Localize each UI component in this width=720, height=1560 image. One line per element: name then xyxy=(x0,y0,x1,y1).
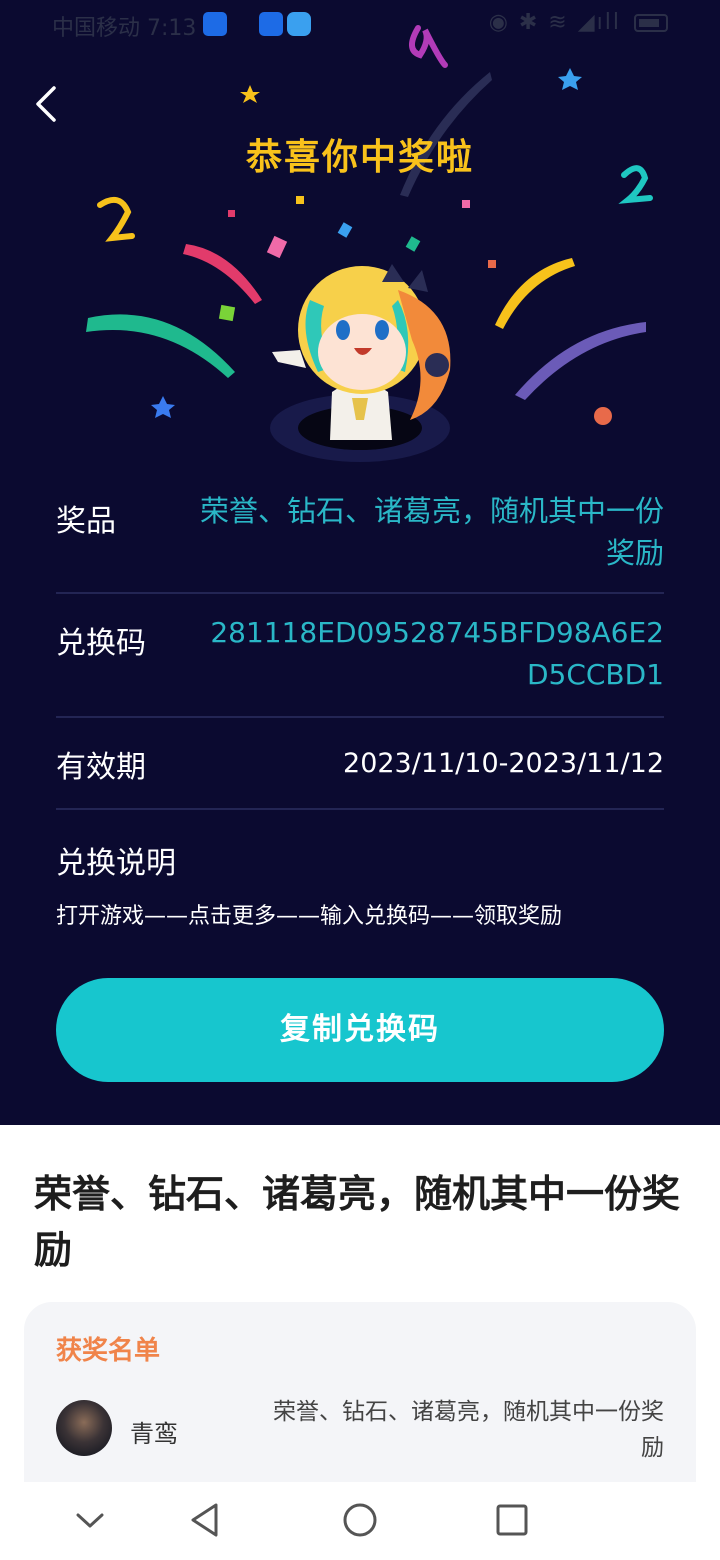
congrats-title: 恭喜你中奖啦 xyxy=(245,137,474,178)
winner-name: 青鸾 xyxy=(130,1420,178,1448)
prize-row: 奖品 荣誉、钻石、诸葛亮，随机其中一份奖励 xyxy=(56,480,664,594)
validity-value: 2023/11/10-2023/11/12 xyxy=(343,748,664,779)
winners-list-title: 获奖名单 xyxy=(56,1336,161,1366)
instructions-label: 兑换说明 xyxy=(56,846,176,881)
winner-row: 青鸾 荣誉、钻石、诸葛亮，随机其中一份奖励 xyxy=(56,1394,664,1474)
back-button[interactable] xyxy=(30,82,70,126)
reward-header-section: 中国移动 7:13 ◉ ✱ ≋ ◢ıll 恭喜你中奖啦 奖品 荣誉、钻石、诸葛亮… xyxy=(0,0,720,1125)
instructions-text: 打开游戏——点击更多——输入兑换码——领取奖励 xyxy=(56,904,563,929)
redeem-code-value[interactable]: 281118ED09528745BFD98A6E2D5CCBD1 xyxy=(204,612,664,696)
prize-title: 荣誉、钻石、诸葛亮，随机其中一份奖励 xyxy=(34,1172,681,1272)
system-nav-bar xyxy=(0,1482,720,1560)
nav-hide-icon xyxy=(76,1513,104,1528)
prize-label: 奖品 xyxy=(56,504,116,539)
redeem-code-label: 兑换码 xyxy=(56,626,146,661)
validity-label: 有效期 xyxy=(56,750,146,785)
back-icon xyxy=(36,86,56,122)
nav-back-icon xyxy=(191,1503,218,1537)
nav-home-icon xyxy=(343,1503,377,1537)
nav-recents-button[interactable] xyxy=(490,1498,534,1542)
redeem-instructions: 兑换说明 打开游戏——点击更多——输入兑换码——领取奖励 xyxy=(56,810,664,930)
nav-recents-icon xyxy=(496,1504,528,1536)
winner-prize: 荣誉、钻石、诸葛亮，随机其中一份奖励 xyxy=(273,1399,664,1461)
validity-row: 有效期 2023/11/10-2023/11/12 xyxy=(56,718,664,810)
celebration-illustration xyxy=(86,25,653,462)
prize-value: 荣誉、钻石、诸葛亮，随机其中一份奖励 xyxy=(199,494,664,570)
nav-back-button[interactable] xyxy=(184,1498,228,1542)
winners-list-card: 获奖名单 青鸾 荣誉、钻石、诸葛亮，随机其中一份奖励 xyxy=(24,1302,696,1492)
reward-info: 奖品 荣誉、钻石、诸葛亮，随机其中一份奖励 兑换码 281118ED095287… xyxy=(56,480,664,930)
nav-home-button[interactable] xyxy=(338,1498,382,1542)
nav-hide-button[interactable] xyxy=(68,1498,112,1542)
avatar xyxy=(56,1400,112,1456)
redeem-code-row: 兑换码 281118ED09528745BFD98A6E2D5CCBD1 xyxy=(56,594,664,718)
copy-code-button[interactable]: 复制兑换码 xyxy=(56,978,664,1082)
